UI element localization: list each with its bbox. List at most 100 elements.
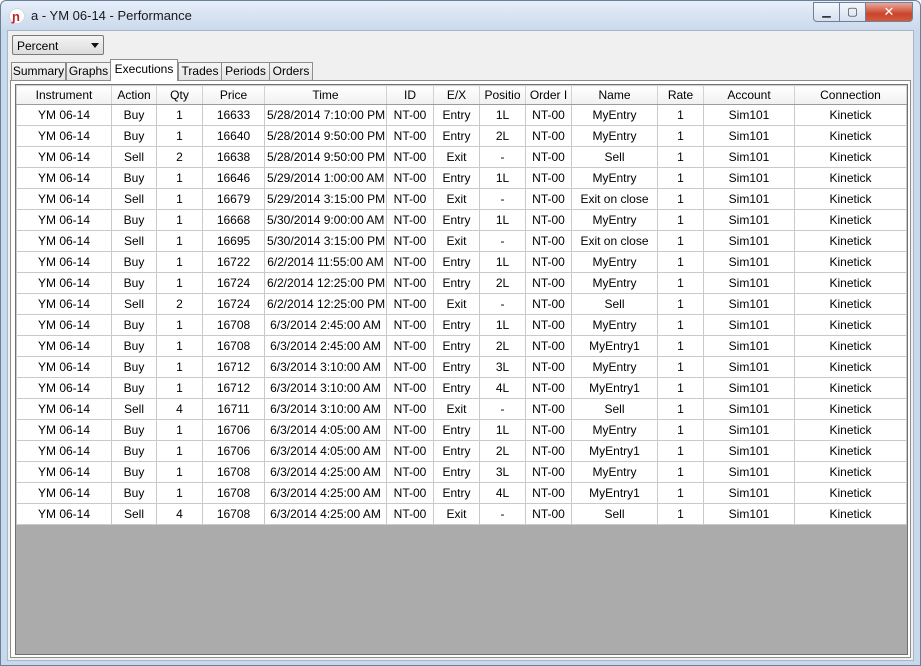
- column-header[interactable]: Account: [703, 85, 795, 105]
- table-cell: 6/3/2014 3:10:00 AM: [264, 356, 387, 378]
- table-cell: NT-00: [386, 356, 434, 378]
- column-header[interactable]: Instrument: [16, 85, 112, 105]
- title-bar[interactable]: ɲ a - YM 06-14 - Performance ▁ ▢ ✕: [1, 1, 920, 30]
- table-cell: 6/3/2014 4:05:00 AM: [264, 440, 387, 462]
- column-header[interactable]: Name: [571, 85, 658, 105]
- table-cell: NT-00: [386, 167, 434, 189]
- table-cell: 1: [657, 188, 704, 210]
- table-row[interactable]: YM 06-14 Buy 1 16724 6/2/2014 12:25:00 PM NT-…: [16, 272, 907, 294]
- column-header[interactable]: Time: [264, 85, 387, 105]
- table-row[interactable]: YM 06-14 Sell 2 16724 6/2/2014 12:25:00 PM NT…: [16, 293, 907, 315]
- column-header[interactable]: Price: [202, 85, 265, 105]
- table-cell: Entry: [433, 335, 480, 357]
- tab-trades[interactable]: Trades: [178, 62, 222, 80]
- column-header[interactable]: ID: [386, 85, 434, 105]
- table-row[interactable]: YM 06-14 Buy 1 16706 6/3/2014 4:05:00 AM NT-0…: [16, 419, 907, 441]
- table-cell: Sim101: [703, 104, 795, 126]
- table-cell: Sim101: [703, 314, 795, 336]
- display-mode-select[interactable]: Percent: [12, 35, 104, 55]
- table-row[interactable]: YM 06-14 Buy 1 16640 5/28/2014 9:50:00 PM NT-…: [16, 125, 907, 147]
- executions-grid[interactable]: Instrument Action Qty Price Time ID E/X Positio…: [15, 84, 908, 655]
- table-cell: MyEntry: [571, 104, 658, 126]
- table-cell: 1: [156, 188, 203, 210]
- maximize-button[interactable]: ▢: [839, 2, 866, 22]
- table-cell: 16722: [202, 251, 265, 273]
- table-cell: NT-00: [386, 440, 434, 462]
- table-cell: 1: [657, 125, 704, 147]
- table-cell: Entry: [433, 440, 480, 462]
- tab-graphs[interactable]: Graphs: [66, 62, 111, 80]
- table-cell: 2L: [479, 125, 526, 147]
- table-cell: Entry: [433, 125, 480, 147]
- table-cell: NT-00: [525, 146, 572, 168]
- tab-orders[interactable]: Orders: [269, 62, 313, 80]
- table-row[interactable]: YM 06-14 Sell 1 16695 5/30/2014 3:15:00 PM NT…: [16, 230, 907, 252]
- table-row[interactable]: YM 06-14 Buy 1 16633 5/28/2014 7:10:00 PM NT-…: [16, 104, 907, 126]
- table-row[interactable]: YM 06-14 Buy 1 16722 6/2/2014 11:55:00 AM NT-…: [16, 251, 907, 273]
- table-cell: Sim101: [703, 440, 795, 462]
- table-row[interactable]: YM 06-14 Buy 1 16708 6/3/2014 2:45:00 AM NT-0…: [16, 314, 907, 336]
- column-header[interactable]: Order I: [525, 85, 572, 105]
- table-cell: Kinetick: [794, 419, 907, 441]
- table-cell: 16633: [202, 104, 265, 126]
- table-row[interactable]: YM 06-14 Buy 1 16708 6/3/2014 2:45:00 AM NT-0…: [16, 335, 907, 357]
- table-cell: Buy: [111, 314, 157, 336]
- table-cell: NT-00: [386, 251, 434, 273]
- table-cell: NT-00: [386, 398, 434, 420]
- column-header[interactable]: Connection: [794, 85, 907, 105]
- table-cell: 6/3/2014 2:45:00 AM: [264, 335, 387, 357]
- tab-periods[interactable]: Periods: [221, 62, 270, 80]
- column-header[interactable]: E/X: [433, 85, 480, 105]
- table-cell: 1: [156, 272, 203, 294]
- table-row[interactable]: YM 06-14 Buy 1 16708 6/3/2014 4:25:00 AM NT-0…: [16, 482, 907, 504]
- table-cell: YM 06-14: [16, 482, 112, 504]
- table-cell: 16708: [202, 335, 265, 357]
- table-cell: 1: [156, 482, 203, 504]
- table-cell: 1: [156, 419, 203, 441]
- table-cell: 1: [657, 209, 704, 231]
- table-cell: YM 06-14: [16, 314, 112, 336]
- table-cell: 16640: [202, 125, 265, 147]
- table-row[interactable]: YM 06-14 Sell 4 16711 6/3/2014 3:10:00 AM NT-…: [16, 398, 907, 420]
- table-row[interactable]: YM 06-14 Buy 1 16708 6/3/2014 4:25:00 AM NT-0…: [16, 461, 907, 483]
- table-cell: Exit: [433, 188, 480, 210]
- minimize-button[interactable]: ▁: [813, 2, 840, 22]
- table-cell: 2: [156, 146, 203, 168]
- table-cell: 1L: [479, 251, 526, 273]
- table-cell: Kinetick: [794, 146, 907, 168]
- table-row[interactable]: YM 06-14 Buy 1 16712 6/3/2014 3:10:00 AM NT-0…: [16, 356, 907, 378]
- table-cell: 5/29/2014 3:15:00 PM: [264, 188, 387, 210]
- table-cell: 6/3/2014 4:05:00 AM: [264, 419, 387, 441]
- column-header[interactable]: Action: [111, 85, 157, 105]
- table-row[interactable]: YM 06-14 Buy 1 16712 6/3/2014 3:10:00 AM NT-0…: [16, 377, 907, 399]
- table-cell: 1: [156, 230, 203, 252]
- table-cell: Sell: [571, 398, 658, 420]
- table-cell: Kinetick: [794, 125, 907, 147]
- table-cell: Sim101: [703, 335, 795, 357]
- table-cell: Entry: [433, 104, 480, 126]
- table-row[interactable]: YM 06-14 Buy 1 16706 6/3/2014 4:05:00 AM NT-0…: [16, 440, 907, 462]
- table-cell: NT-00: [525, 104, 572, 126]
- table-row[interactable]: YM 06-14 Buy 1 16646 5/29/2014 1:00:00 AM NT-…: [16, 167, 907, 189]
- table-cell: MyEntry: [571, 272, 658, 294]
- column-header[interactable]: Positio: [479, 85, 526, 105]
- column-header[interactable]: Rate: [657, 85, 704, 105]
- app-logo-icon: ɲ: [9, 8, 25, 24]
- tab-executions[interactable]: Executions: [110, 59, 178, 81]
- column-header[interactable]: Qty: [156, 85, 203, 105]
- table-row[interactable]: YM 06-14 Sell 1 16679 5/29/2014 3:15:00 PM NT…: [16, 188, 907, 210]
- table-cell: Entry: [433, 314, 480, 336]
- close-button[interactable]: ✕: [865, 2, 913, 22]
- table-row[interactable]: YM 06-14 Sell 4 16708 6/3/2014 4:25:00 AM NT-…: [16, 503, 907, 525]
- table-row[interactable]: YM 06-14 Buy 1 16668 5/30/2014 9:00:00 AM NT-…: [16, 209, 907, 231]
- table-cell: Entry: [433, 377, 480, 399]
- table-cell: 1: [156, 335, 203, 357]
- tab-summary[interactable]: Summary: [11, 62, 66, 80]
- table-cell: Sell: [571, 146, 658, 168]
- table-cell: NT-00: [386, 461, 434, 483]
- table-cell: NT-00: [386, 503, 434, 525]
- table-row[interactable]: YM 06-14 Sell 2 16638 5/28/2014 9:50:00 PM NT…: [16, 146, 907, 168]
- table-cell: Buy: [111, 167, 157, 189]
- table-cell: 16706: [202, 419, 265, 441]
- table-cell: 1: [657, 398, 704, 420]
